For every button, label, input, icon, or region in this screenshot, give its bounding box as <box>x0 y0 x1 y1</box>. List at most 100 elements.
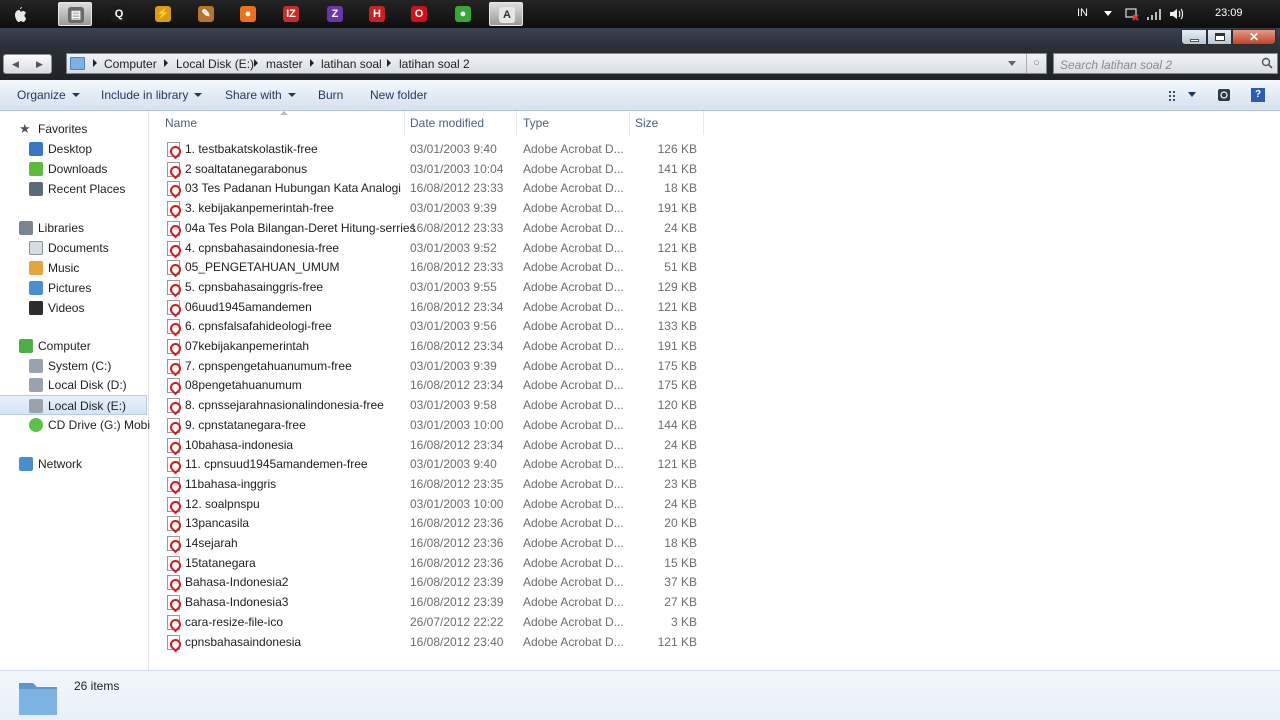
file-row[interactable]: 9. cpnstatanegara-free 03/01/2003 10:00 Ad… <box>150 415 710 435</box>
close-button[interactable]: ✕ <box>1232 29 1276 45</box>
firefox-app-button[interactable]: ● <box>231 2 265 26</box>
forward-arrow-icon[interactable]: ▶ <box>36 59 43 70</box>
file-row[interactable]: 11bahasa-inggris 16/08/2012 23:35 Adobe Ac… <box>150 474 710 494</box>
file-date-modified: 03/01/2003 9:55 <box>410 279 497 294</box>
network-status-icon[interactable] <box>1124 6 1140 22</box>
nav-system-c[interactable]: System (C:) <box>0 356 147 376</box>
clock[interactable]: 23:09 <box>1215 7 1243 19</box>
file-row[interactable]: 10bahasa-indonesia 16/08/2012 23:34 Adobe … <box>150 435 710 455</box>
breadcrumb-latihan-soal-2[interactable]: latihan soal 2 <box>399 57 470 71</box>
column-header-size[interactable]: Size <box>620 111 704 135</box>
file-row[interactable]: 04a Tes Pola Bilangan-Deret Hitung-serri… <box>150 218 710 238</box>
file-name: 2 soaltatanegarabonus <box>185 161 308 176</box>
nav-recent-places[interactable]: Recent Places <box>0 179 147 199</box>
file-row[interactable]: 5. cpnsbahasainggris-free 03/01/2003 9:55… <box>150 277 710 297</box>
nav-local-disk-e[interactable]: Local Disk (E:) <box>0 395 147 415</box>
file-row[interactable]: 15tatanegara 16/08/2012 23:36 Adobe Acroba… <box>150 553 710 573</box>
nav-libraries[interactable]: Libraries <box>0 218 147 238</box>
file-name: Bahasa-Indonesia2 <box>185 575 289 590</box>
file-row[interactable]: 1. testbakatskolastik-free 03/01/2003 9:4… <box>150 139 710 159</box>
file-row[interactable]: cpnsbahasaindonesia 16/08/2012 23:40 Adobe… <box>150 632 710 652</box>
file-row[interactable]: 08pengetahuanumum 16/08/2012 23:34 Adobe A… <box>150 375 710 395</box>
file-row[interactable]: 06uud1945amandemen 16/08/2012 23:34 Adobe … <box>150 297 710 317</box>
file-row[interactable]: 4. cpnsbahasaindonesia-free 03/01/2003 9:… <box>150 238 710 258</box>
file-row[interactable]: 14sejarah 16/08/2012 23:36 Adobe Acrobat D… <box>150 533 710 553</box>
maximize-button[interactable] <box>1207 29 1232 45</box>
column-header-name[interactable]: Name <box>150 111 405 135</box>
search-input[interactable]: Search latihan soal 2 <box>1053 53 1278 74</box>
nav-network[interactable]: Network <box>0 454 147 474</box>
volume-icon[interactable] <box>1168 6 1184 22</box>
new-folder-button[interactable]: New folder <box>370 88 427 102</box>
help-icon[interactable]: ? <box>1251 88 1265 102</box>
file-row[interactable]: 03 Tes Padanan Hubungan Kata Analogi 16/0… <box>150 178 710 198</box>
breadcrumb-separator-icon[interactable] <box>387 59 391 67</box>
breadcrumb-latihan-soal[interactable]: latihan soal <box>321 57 382 71</box>
opera-app-button[interactable]: O <box>402 2 436 26</box>
view-dropdown-icon[interactable] <box>1188 92 1196 97</box>
minimize-button[interactable] <box>1181 29 1207 45</box>
paint-app-button[interactable]: ✎ <box>189 2 223 26</box>
share-with-button[interactable]: Share with <box>225 88 296 102</box>
column-divider[interactable] <box>703 111 704 135</box>
green-app-button[interactable]: ● <box>446 2 480 26</box>
address-dropdown-icon[interactable] <box>1008 61 1016 66</box>
file-row[interactable]: 8. cpnssejarahnasionalindonesia-free 03/0… <box>150 395 710 415</box>
breadcrumb-separator-icon[interactable] <box>164 59 168 67</box>
tray-expand-icon[interactable] <box>1104 11 1112 16</box>
idm-app-button[interactable]: IZ <box>274 2 308 26</box>
column-header-type[interactable]: Type <box>508 111 630 135</box>
file-row[interactable]: cara-resize-file-ico 26/07/2012 22:22 Adob… <box>150 612 710 632</box>
nav-videos[interactable]: Videos <box>0 298 147 318</box>
nav-favorites[interactable]: ★ Favorites <box>0 119 147 139</box>
back-forward-buttons[interactable]: ◀ ▶ <box>3 54 52 74</box>
signal-icon[interactable] <box>1146 8 1162 20</box>
file-date-modified: 16/08/2012 23:34 <box>410 437 504 452</box>
address-bar[interactable]: Computer Local Disk (E:) master latihan … <box>66 53 1047 74</box>
nav-pictures[interactable]: Pictures <box>0 278 147 298</box>
nav-music[interactable]: Music <box>0 258 147 278</box>
font-app-button[interactable]: A <box>489 2 523 26</box>
nav-desktop[interactable]: Desktop <box>0 139 147 159</box>
nav-downloads[interactable]: Downloads <box>0 159 147 179</box>
preview-pane-icon[interactable] <box>1217 88 1231 102</box>
burn-button[interactable]: Burn <box>318 88 343 102</box>
nav-cd-drive-g[interactable]: CD Drive (G:) Mobile <box>0 415 159 435</box>
breadcrumb-local-disk-e[interactable]: Local Disk (E:) <box>176 57 254 71</box>
nav-local-disk-d[interactable]: Local Disk (D:) <box>0 375 147 395</box>
apple-icon[interactable] <box>8 4 30 24</box>
file-row[interactable]: 05_PENGETAHUAN_UMUM 16/08/2012 23:33 Adobe… <box>150 257 710 277</box>
file-row[interactable]: 12. soalpnspu 03/01/2003 10:00 Adobe Acrob… <box>150 494 710 514</box>
language-indicator[interactable]: IN <box>1077 7 1088 19</box>
z-app-button[interactable]: Z <box>318 2 352 26</box>
breadcrumb-computer[interactable]: Computer <box>104 57 157 71</box>
breadcrumb-master[interactable]: master <box>266 57 303 71</box>
computer-icon <box>19 339 33 353</box>
file-row[interactable]: Bahasa-Indonesia2 16/08/2012 23:39 Adobe A… <box>150 572 710 592</box>
file-row[interactable]: 2 soaltatanegarabonus 03/01/2003 10:04 Ado… <box>150 159 710 179</box>
search-icon[interactable] <box>1261 57 1273 69</box>
file-row[interactable]: Bahasa-Indonesia3 16/08/2012 23:39 Adobe A… <box>150 592 710 612</box>
breadcrumb-separator-icon[interactable] <box>254 59 258 67</box>
refresh-icon[interactable]: ○ <box>1026 54 1046 73</box>
breadcrumb-separator-icon[interactable] <box>93 59 97 67</box>
file-date-modified: 16/08/2012 23:33 <box>410 260 504 275</box>
include-in-library-button[interactable]: Include in library <box>101 88 203 102</box>
file-row[interactable]: 7. cpnspengetahuanumum-free 03/01/2003 9:… <box>150 356 710 376</box>
breadcrumb-separator-icon[interactable] <box>310 59 314 67</box>
winamp-app-button[interactable]: ⚡ <box>146 2 180 26</box>
file-manager-app-button[interactable]: ▤ <box>58 2 92 26</box>
column-header-date[interactable]: Date modified <box>395 111 517 135</box>
h-app-button[interactable]: H <box>360 2 394 26</box>
back-arrow-icon[interactable]: ◀ <box>12 59 19 70</box>
file-row[interactable]: 11. cpnsuud1945amandemen-free 03/01/2003 … <box>150 454 710 474</box>
file-row[interactable]: 6. cpnsfalsafahideologi-free 03/01/2003 9… <box>150 316 710 336</box>
file-row[interactable]: 3. kebijakanpemerintah-free 03/01/2003 9:… <box>150 198 710 218</box>
organize-button[interactable]: Organize <box>17 88 80 102</box>
file-row[interactable]: 07kebijakanpemerintah 16/08/2012 23:34 Ado… <box>150 336 710 356</box>
nav-documents[interactable]: Documents <box>0 238 147 258</box>
search-app-button[interactable]: Q <box>102 2 136 26</box>
nav-computer[interactable]: Computer <box>0 336 147 356</box>
view-options-icon[interactable] <box>1167 88 1181 102</box>
file-row[interactable]: 13pancasila 16/08/2012 23:36 Adobe Acrobat… <box>150 513 710 533</box>
